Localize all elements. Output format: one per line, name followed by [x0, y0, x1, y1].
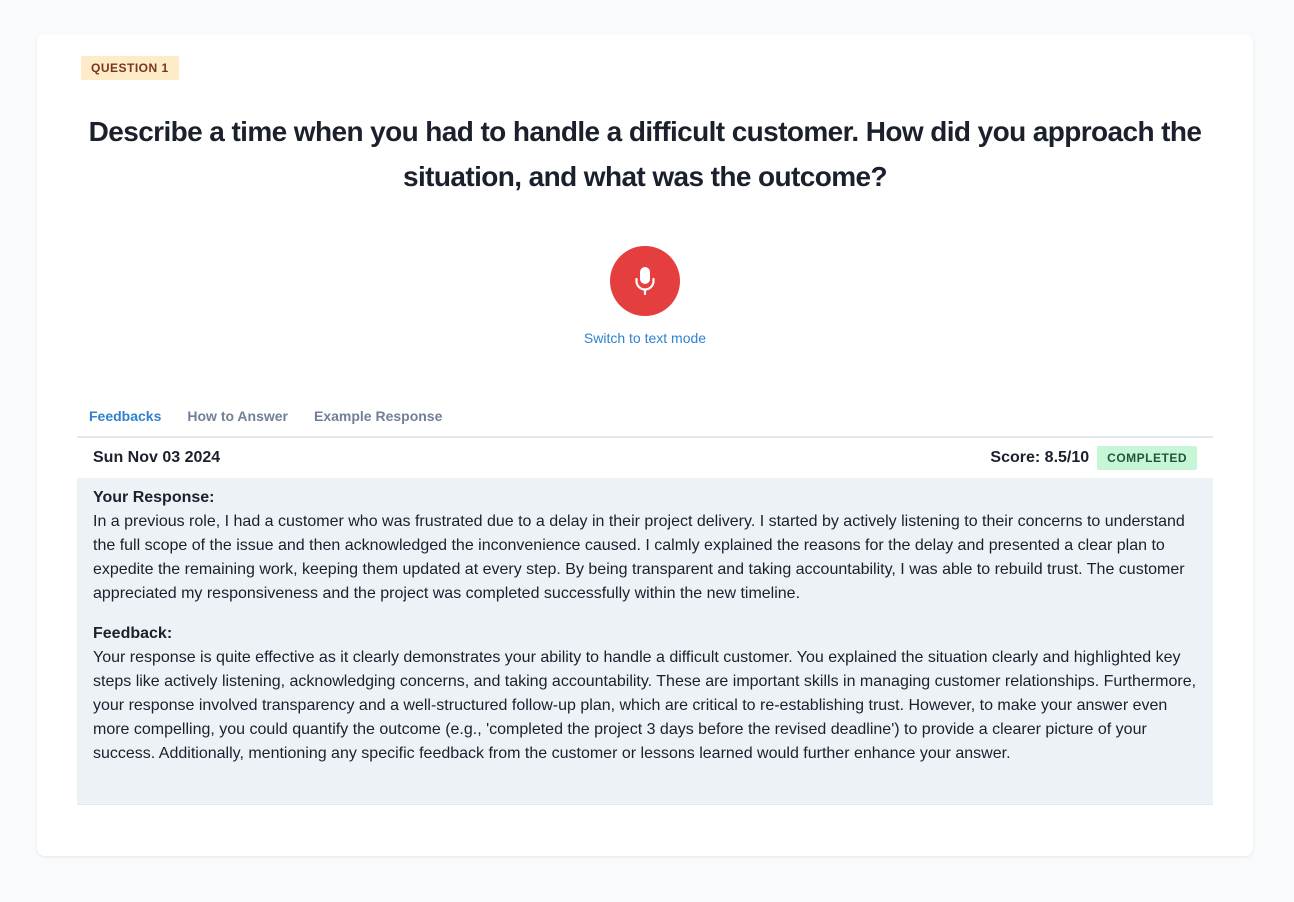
status-badge: COMPLETED [1097, 446, 1197, 470]
feedback-date: Sun Nov 03 2024 [93, 449, 221, 466]
score-value: Score: 8.5/10 [990, 449, 1090, 466]
response-label: Your Response: [93, 489, 215, 506]
tab-how-to-answer[interactable]: How to Answer [175, 402, 302, 436]
feedback-label: Feedback: [93, 625, 173, 642]
response-text: In a previous role, I had a customer who… [93, 513, 1185, 602]
feedback-header: Sun Nov 03 2024 Score: 8.5/10 COMPLETED [77, 438, 1213, 478]
question-card: QUESTION 1 Describe a time when you had … [37, 34, 1253, 856]
record-button[interactable] [610, 246, 680, 316]
tab-example-response[interactable]: Example Response [302, 402, 456, 436]
microphone-icon [634, 266, 656, 296]
question-number-badge: QUESTION 1 [81, 56, 179, 80]
feedback-text: Your response is quite effective as it c… [93, 649, 1197, 762]
score-group: Score: 8.5/10 COMPLETED [990, 446, 1197, 470]
switch-to-text-mode-link[interactable]: Switch to text mode [37, 330, 1253, 346]
question-text: Describe a time when you had to handle a… [88, 116, 1202, 192]
tab-feedbacks[interactable]: Feedbacks [77, 402, 175, 436]
tab-bar: Feedbacks How to Answer Example Response [77, 402, 1213, 438]
feedback-panel: Your Response: In a previous role, I had… [77, 478, 1213, 805]
